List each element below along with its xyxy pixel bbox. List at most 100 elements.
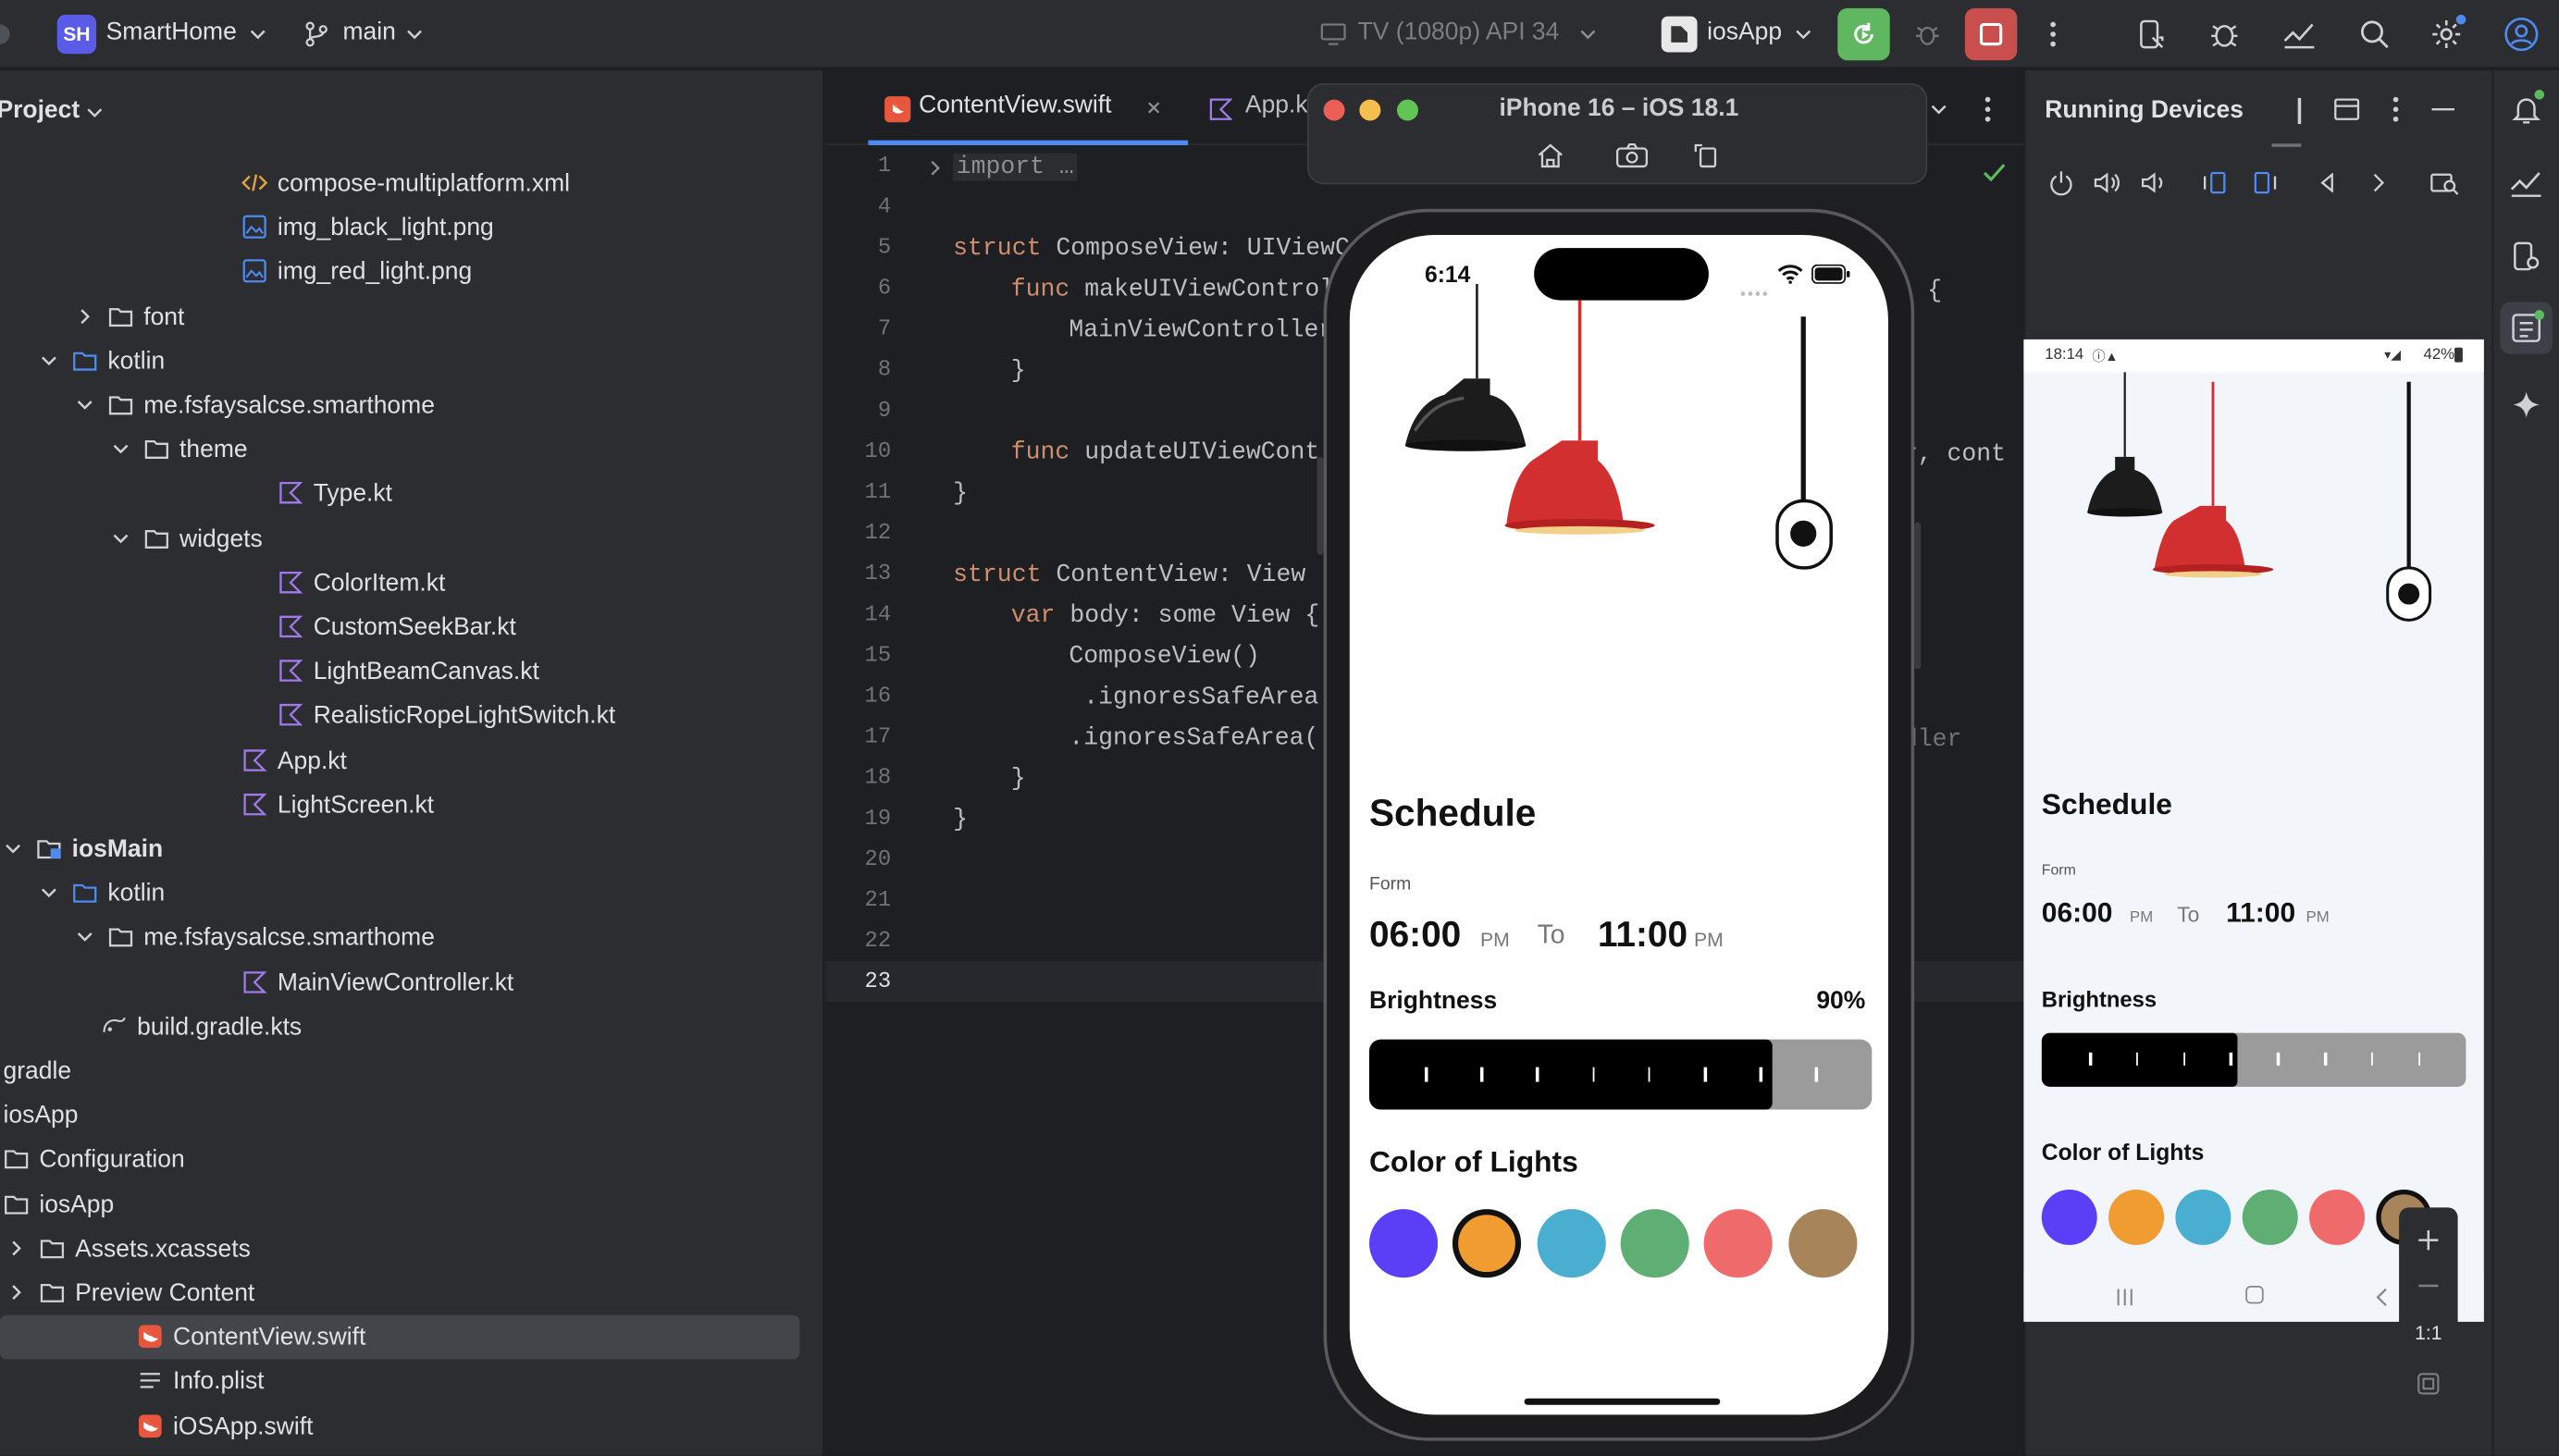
color-swatch[interactable] xyxy=(1703,1209,1774,1278)
tree-row[interactable]: me.fsfaysalcse.smarthome xyxy=(0,384,824,428)
device-manager-icon[interactable] xyxy=(2133,15,2172,54)
tree-row[interactable]: kotlin xyxy=(0,339,824,384)
window-layout-icon[interactable] xyxy=(2332,94,2362,124)
color-swatch[interactable] xyxy=(1536,1209,1606,1278)
color-swatch[interactable] xyxy=(2309,1189,2366,1245)
chevron-right-icon[interactable] xyxy=(6,1281,26,1304)
more-vertical-icon[interactable] xyxy=(2040,18,2066,50)
tree-row[interactable]: iosMain xyxy=(0,827,824,871)
more-vertical-icon[interactable] xyxy=(2382,94,2408,124)
rotate-icon[interactable] xyxy=(1689,141,1722,170)
tree-row[interactable]: LightScreen.kt xyxy=(0,783,824,827)
tree-row[interactable]: ContentView.swift xyxy=(0,1315,800,1360)
rotate-left-icon[interactable] xyxy=(2198,167,2231,199)
stop-icon[interactable] xyxy=(1964,7,2018,61)
color-swatch[interactable] xyxy=(1787,1209,1857,1278)
recents-nav-icon[interactable] xyxy=(2115,1286,2134,1306)
chevron-down-icon[interactable] xyxy=(4,837,23,860)
chevron-right-icon[interactable] xyxy=(6,1237,26,1260)
device-explorer-icon[interactable] xyxy=(2507,237,2546,276)
color-swatch[interactable] xyxy=(2108,1189,2165,1245)
tree-row[interactable]: App.kt xyxy=(0,738,824,783)
zoom-in-icon[interactable] xyxy=(2412,1224,2444,1256)
tree-row[interactable]: iOSApp.swift xyxy=(0,1404,824,1449)
profiler-icon[interactable] xyxy=(2279,15,2321,54)
app-quality-insights-icon[interactable] xyxy=(2507,163,2546,202)
forward-icon[interactable] xyxy=(2363,167,2392,199)
tree-row[interactable]: CustomSeekBar.kt xyxy=(0,605,824,649)
color-swatch[interactable] xyxy=(2041,1189,2097,1245)
search-icon[interactable] xyxy=(2355,15,2393,54)
zoom-actual-size[interactable]: 1:1 xyxy=(2409,1322,2448,1345)
back-nav-icon[interactable] xyxy=(2376,1286,2389,1307)
from-time[interactable]: 06:00 xyxy=(2042,897,2113,930)
account-icon[interactable] xyxy=(2500,15,2542,54)
tab-contentview-swift[interactable]: ContentView.swift xyxy=(919,92,1111,119)
tree-row[interactable]: Configuration xyxy=(0,1138,824,1182)
fold-chevron-icon[interactable] xyxy=(927,156,944,179)
color-swatch[interactable] xyxy=(2242,1189,2298,1245)
color-swatch[interactable] xyxy=(1453,1209,1522,1278)
running-devices-icon[interactable] xyxy=(2507,308,2546,347)
tree-row[interactable]: font xyxy=(0,295,824,339)
tree-row[interactable]: Assets.xcassets xyxy=(0,1227,824,1271)
screenshot-camera-icon[interactable] xyxy=(1614,141,1650,170)
tree-row[interactable]: iosApp xyxy=(0,1093,824,1138)
branch-dropdown[interactable]: main xyxy=(342,18,395,45)
power-icon[interactable] xyxy=(2045,167,2077,199)
chevron-down-icon[interactable] xyxy=(39,882,58,905)
chevron-down-icon[interactable] xyxy=(111,526,130,549)
brightness-seekbar[interactable] xyxy=(1368,1039,1873,1110)
tree-row[interactable]: MainViewController.kt xyxy=(0,960,824,1005)
chevron-down-icon[interactable] xyxy=(39,349,58,372)
to-time[interactable]: 11:00 xyxy=(2226,897,2295,930)
tree-row[interactable]: img_red_light.png xyxy=(0,251,824,295)
chevron-down-icon[interactable] xyxy=(75,393,94,416)
back-icon[interactable] xyxy=(2313,167,2343,199)
rotate-right-icon[interactable] xyxy=(2249,167,2281,199)
chevron-down-icon[interactable] xyxy=(111,438,130,461)
color-swatch[interactable] xyxy=(1620,1209,1689,1278)
volume-up-icon[interactable] xyxy=(2091,167,2123,199)
tree-row[interactable]: build.gradle.kts xyxy=(0,1005,824,1049)
run-config-dropdown[interactable]: iosApp xyxy=(1707,18,1782,45)
overview-icon[interactable] xyxy=(2429,167,2461,199)
color-swatch[interactable] xyxy=(2175,1189,2231,1245)
tree-row[interactable]: compose-multiplatform.xml xyxy=(0,162,824,206)
tree-row[interactable]: img_black_light.png xyxy=(0,206,824,251)
from-time[interactable]: 06:00 xyxy=(1369,914,1461,956)
project-name-dropdown[interactable]: SmartHome xyxy=(106,18,237,45)
tree-row[interactable]: iosApp xyxy=(0,1182,824,1227)
home-nav-icon[interactable] xyxy=(2245,1286,2264,1304)
chevron-right-icon[interactable] xyxy=(75,304,94,327)
tree-row[interactable]: Preview Content xyxy=(0,1271,824,1315)
chevron-down-icon[interactable] xyxy=(75,926,94,949)
color-swatch[interactable] xyxy=(1368,1209,1439,1278)
tree-row[interactable]: widgets xyxy=(0,516,824,561)
project-panel-title[interactable]: Project xyxy=(0,96,80,124)
ai-assistant-sparkle-icon[interactable] xyxy=(2507,385,2546,424)
tree-row[interactable]: ColorItem.kt xyxy=(0,561,824,605)
close-tab-icon[interactable] xyxy=(1144,98,1164,117)
zoom-fit-icon[interactable] xyxy=(2412,1367,2444,1400)
tree-row[interactable]: Type.kt xyxy=(0,472,824,516)
window-button-partial[interactable] xyxy=(0,24,10,44)
bug-icon[interactable] xyxy=(2205,15,2244,54)
chevron-down-icon[interactable] xyxy=(85,101,105,124)
tree-row[interactable]: kotlin xyxy=(0,871,824,916)
inspection-ok-icon[interactable] xyxy=(1981,160,2007,186)
tab-app-kt[interactable]: App.k xyxy=(1245,92,1308,119)
tree-row[interactable]: RealisticRopeLightSwitch.kt xyxy=(0,694,824,738)
tree-row[interactable]: LightBeamCanvas.kt xyxy=(0,649,824,694)
settings-gear-icon[interactable] xyxy=(2427,14,2466,54)
zoom-out-icon[interactable] xyxy=(2412,1269,2444,1302)
rerun-icon[interactable] xyxy=(1837,7,1890,61)
tree-row[interactable]: gradle xyxy=(0,1049,824,1093)
chevron-down-icon[interactable] xyxy=(1929,100,1948,119)
volume-down-icon[interactable] xyxy=(2136,167,2169,199)
minimize-icon[interactable] xyxy=(2430,94,2456,124)
debug-icon[interactable] xyxy=(1910,18,1946,50)
tree-row[interactable]: theme xyxy=(0,427,824,472)
more-vertical-icon[interactable] xyxy=(1974,94,2000,124)
tree-row[interactable]: Info.plist xyxy=(0,1360,824,1404)
